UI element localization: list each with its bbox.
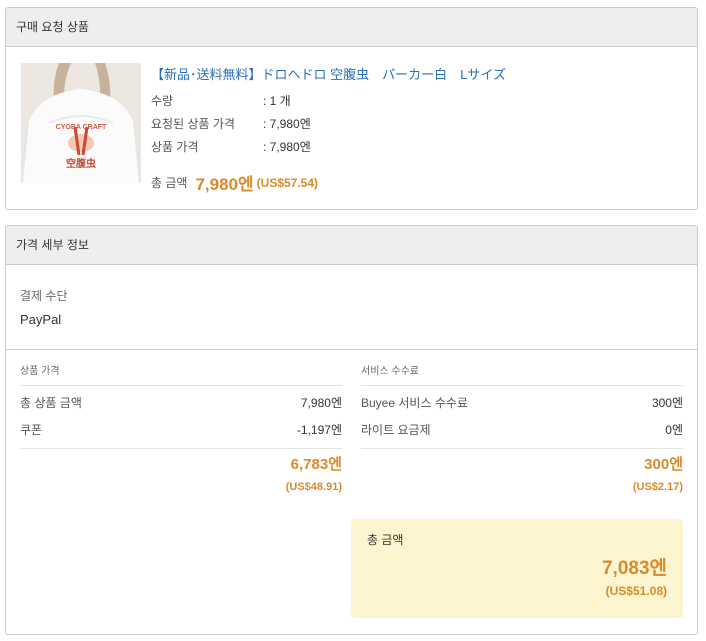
product-total-usd: (US$57.54) <box>256 175 319 190</box>
fee-row-value: 0엔 <box>665 423 683 437</box>
payment-method-label: 결제 수단 <box>20 289 68 303</box>
price-row-label: 총 상품 금액 <box>20 396 82 410</box>
price-row-label: 쿠폰 <box>20 423 43 437</box>
service-fee-column-title: 서비스 수수료 <box>361 356 683 386</box>
panel-title: 가격 세부 정보 <box>6 226 697 265</box>
price-row-value: 7,980엔 <box>300 396 342 410</box>
payment-method-value: PayPal <box>20 312 62 327</box>
hoodie-print-text-bottom: 空腹虫 <box>66 157 96 170</box>
hoodie-print-text-top: CYOBA CRAFT <box>56 124 107 131</box>
price-row: 총 상품 금액 7,980엔 <box>20 390 342 417</box>
price-details-panel: 가격 세부 정보 결제 수단 PayPal 상품 가격 총 상품 금액 7,98… <box>5 225 698 635</box>
grand-total-box: 총 금액 7,083엔 (US$51.08) <box>351 519 683 618</box>
fee-row: 라이트 요금제 0엔 <box>361 417 683 444</box>
requested-price-value: : 7,980엔 <box>263 117 311 131</box>
service-subtotal-usd: (US$2.17) <box>632 481 683 493</box>
product-price-row: 상품 가격 : 7,980엔 <box>151 138 311 155</box>
quantity-row: 수량 : 1 개 <box>151 92 291 109</box>
service-subtotal-yen: 300엔 <box>644 456 683 473</box>
panel-title: 구매 요청 상품 <box>6 8 697 47</box>
fee-row: Buyee 서비스 수수료 300엔 <box>361 390 683 417</box>
fee-row-label: Buyee 서비스 수수료 <box>361 396 468 410</box>
product-price-column: 상품 가격 총 상품 금액 7,980엔 쿠폰 -1,197엔 6,783엔 (… <box>20 356 342 495</box>
grand-total-yen: 7,083엔 <box>601 558 667 579</box>
quantity-value: : 1 개 <box>263 94 291 108</box>
product-image[interactable]: CYOBA CRAFT 空腹虫 <box>21 63 141 183</box>
product-price-column-title: 상품 가격 <box>20 356 342 386</box>
product-subtotal-usd: (US$48.91) <box>285 481 342 493</box>
price-row-value: -1,197엔 <box>296 423 342 437</box>
service-fee-column: 서비스 수수료 Buyee 서비스 수수료 300엔 라이트 요금제 0엔 30… <box>361 356 683 495</box>
product-total-line: 총 금액 7,980엔 (US$57.54) <box>151 170 318 195</box>
product-price-label: 상품 가격 <box>151 140 199 154</box>
product-name-link[interactable]: 【新品･送料無料】ドロヘドロ 空腹虫 パーカー白 Lサイズ <box>151 64 506 83</box>
requested-price-label: 요청된 상품 가격 <box>151 117 235 131</box>
requested-price-row: 요청된 상품 가격 : 7,980엔 <box>151 115 311 132</box>
section-divider <box>6 349 697 350</box>
product-price-value: : 7,980엔 <box>263 140 311 154</box>
quantity-label: 수량 <box>151 94 174 108</box>
subtotal-divider <box>20 448 342 449</box>
product-subtotal-yen: 6,783엔 <box>290 456 342 473</box>
product-total-label: 총 금액 <box>151 176 188 190</box>
fee-row-label: 라이트 요금제 <box>361 423 431 437</box>
subtotal-divider <box>361 448 683 449</box>
product-total-yen: 7,980엔 <box>195 175 254 194</box>
grand-total-usd: (US$51.08) <box>605 584 667 598</box>
fee-row-value: 300엔 <box>651 396 683 410</box>
price-row: 쿠폰 -1,197엔 <box>20 417 342 444</box>
grand-total-label: 총 금액 <box>367 533 404 547</box>
purchase-request-panel: 구매 요청 상품 CYOBA CRAFT 空腹虫 【新品･送料無料】ドロヘドロ … <box>5 7 698 210</box>
